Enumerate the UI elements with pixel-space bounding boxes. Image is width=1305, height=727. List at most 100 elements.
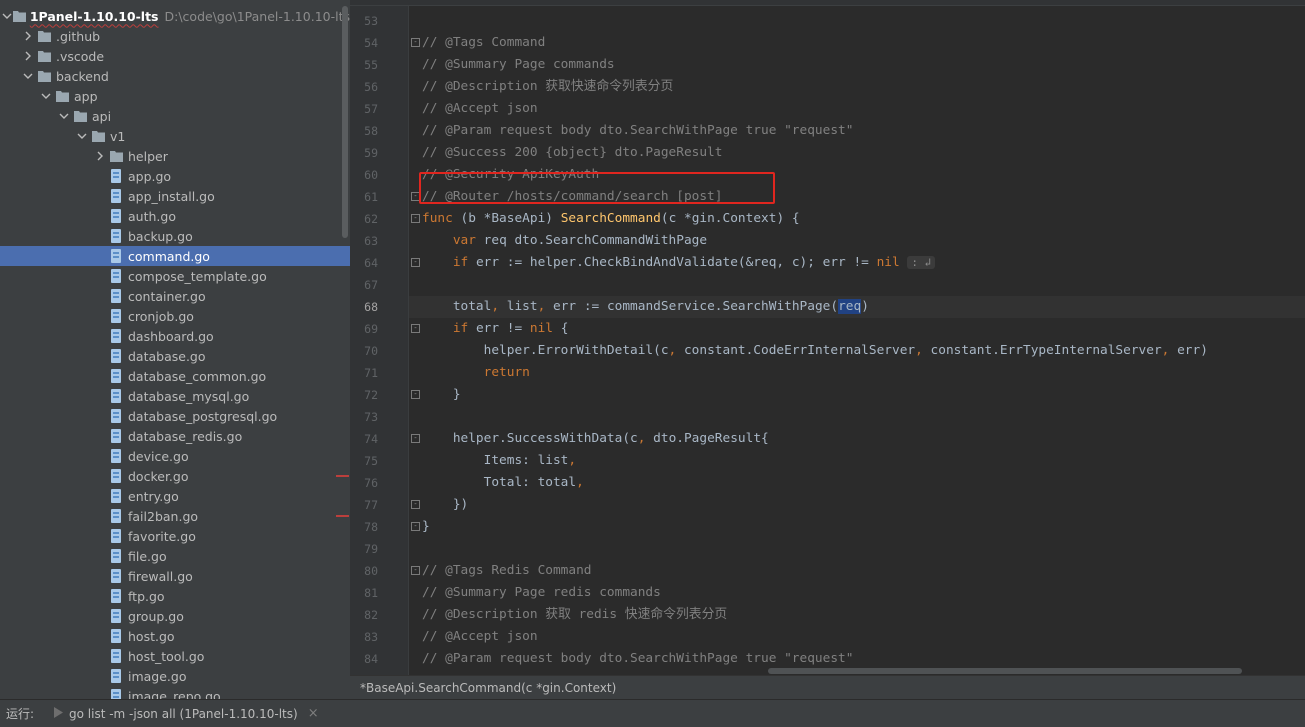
line-number[interactable]: 63 xyxy=(350,230,378,252)
tree-file[interactable]: firewall.go xyxy=(0,566,350,586)
code-editor[interactable]: 53 54 55 56 57 58 59 60 61 62 63 64 67 68 69 70 71 72 73 74… xyxy=(350,0,1305,675)
line-number[interactable]: 76 xyxy=(350,472,378,494)
line-number[interactable]: 60 xyxy=(350,164,378,186)
tree-file[interactable]: image_repo.go xyxy=(0,686,350,699)
tree-file[interactable]: auth.go xyxy=(0,206,350,226)
line-number[interactable]: 81 xyxy=(350,582,378,604)
code-line[interactable]: var req dto.SearchCommandWithPage xyxy=(422,230,707,252)
tree-folder[interactable]: .vscode xyxy=(0,46,350,66)
line-number[interactable]: 75 xyxy=(350,450,378,472)
line-number[interactable]: 73 xyxy=(350,406,378,428)
tree-file[interactable]: device.go xyxy=(0,446,350,466)
chevron-right-icon[interactable] xyxy=(92,146,108,166)
code-line[interactable]: // @Param request body dto.SearchWithPag… xyxy=(422,648,853,670)
tree-file[interactable]: image.go xyxy=(0,666,350,686)
tree-file[interactable]: fail2ban.go xyxy=(0,506,350,526)
horizontal-scrollbar[interactable] xyxy=(768,668,1242,674)
code-line[interactable]: // @Tags Command xyxy=(422,32,545,54)
line-number[interactable]: 80 xyxy=(350,560,378,582)
code-line[interactable]: // @Param request body dto.SearchWithPag… xyxy=(422,120,853,142)
breadcrumb-function[interactable]: *BaseApi.SearchCommand(c *gin.Context) xyxy=(360,681,616,695)
tree-file[interactable]: database_redis.go xyxy=(0,426,350,446)
tree-file[interactable]: command.go xyxy=(0,246,350,266)
code-line[interactable]: // @Summary Page commands xyxy=(422,54,615,76)
line-number[interactable]: 59 xyxy=(350,142,378,164)
tree-file[interactable]: database_mysql.go xyxy=(0,386,350,406)
code-line[interactable]: func (b *BaseApi) SearchCommand(c *gin.C… xyxy=(422,208,800,230)
line-number[interactable]: 56 xyxy=(350,76,378,98)
line-number[interactable]: 54 xyxy=(350,32,378,54)
code-line[interactable]: // @Summary Page redis commands xyxy=(422,582,661,604)
close-icon[interactable]: × xyxy=(308,706,319,721)
line-number[interactable]: 58 xyxy=(350,120,378,142)
tree-file[interactable]: app.go xyxy=(0,166,350,186)
code-line[interactable]: total, list, err := commandService.Searc… xyxy=(422,296,869,318)
tree-folder[interactable]: .github xyxy=(0,26,350,46)
breadcrumb[interactable]: *BaseApi.SearchCommand(c *gin.Context) xyxy=(350,675,1305,699)
line-number[interactable]: 74 xyxy=(350,428,378,450)
line-number[interactable]: 79 xyxy=(350,538,378,560)
chevron-down-icon[interactable] xyxy=(38,86,54,106)
line-number[interactable]: 70 xyxy=(350,340,378,362)
line-number[interactable]: 72 xyxy=(350,384,378,406)
fold-toggle-icon[interactable]: - xyxy=(411,500,420,509)
tree-file[interactable]: favorite.go xyxy=(0,526,350,546)
line-number[interactable]: 53 xyxy=(350,10,378,32)
line-number[interactable]: 67 xyxy=(350,274,378,296)
fold-toggle-icon[interactable]: - xyxy=(411,258,420,267)
tree-root[interactable]: 1Panel-1.10.10-lts D:\code\go\1Panel-1.1… xyxy=(0,6,350,26)
line-number[interactable]: 71 xyxy=(350,362,378,384)
code-line[interactable]: if err := helper.CheckBindAndValidate(&r… xyxy=(422,252,936,274)
line-number[interactable]: 61 xyxy=(350,186,378,208)
tree-folder[interactable]: api xyxy=(0,106,350,126)
line-number[interactable]: 83 xyxy=(350,626,378,648)
tree-folder[interactable]: v1 xyxy=(0,126,350,146)
code-line[interactable]: // @Description 获取快速命令列表分页 xyxy=(422,76,673,98)
fold-toggle-icon[interactable]: - xyxy=(411,214,420,223)
code-line[interactable]: // @Success 200 {object} dto.PageResult xyxy=(422,142,722,164)
tree-file[interactable]: entry.go xyxy=(0,486,350,506)
chevron-down-icon[interactable] xyxy=(56,106,72,126)
tree-file[interactable]: host.go xyxy=(0,626,350,646)
tree-file[interactable]: database.go xyxy=(0,346,350,366)
chevron-down-icon[interactable] xyxy=(74,126,90,146)
line-number[interactable]: 77 xyxy=(350,494,378,516)
tree-file[interactable]: docker.go xyxy=(0,466,350,486)
code-line[interactable]: // @Accept json xyxy=(422,626,538,648)
tree-file[interactable]: backup.go xyxy=(0,226,350,246)
tree-file[interactable]: ftp.go xyxy=(0,586,350,606)
tree-file[interactable]: host_tool.go xyxy=(0,646,350,666)
tree-file[interactable]: app_install.go xyxy=(0,186,350,206)
tree-folder[interactable]: helper xyxy=(0,146,350,166)
code-line[interactable]: // @Description 获取 redis 快速命令列表分页 xyxy=(422,604,727,626)
line-number[interactable]: 78 xyxy=(350,516,378,538)
code-line[interactable]: }) xyxy=(422,494,468,516)
code-line[interactable]: Total: total, xyxy=(422,472,584,494)
code-line[interactable]: Items: list, xyxy=(422,450,576,472)
code-line[interactable]: helper.ErrorWithDetail(c, constant.CodeE… xyxy=(422,340,1208,362)
line-number[interactable]: 62 xyxy=(350,208,378,230)
tree-folder[interactable]: app xyxy=(0,86,350,106)
line-gutter[interactable]: 53 54 55 56 57 58 59 60 61 62 63 64 67 68 69 70 71 72 73 74… xyxy=(350,6,408,675)
line-number[interactable]: 55 xyxy=(350,54,378,76)
tree-file[interactable]: file.go xyxy=(0,546,350,566)
tree-file[interactable]: compose_template.go xyxy=(0,266,350,286)
tree-file[interactable]: container.go xyxy=(0,286,350,306)
code-line[interactable]: helper.SuccessWithData(c, dto.PageResult… xyxy=(422,428,769,450)
fold-toggle-icon[interactable]: - xyxy=(411,38,420,47)
tree-scrollbar[interactable] xyxy=(342,6,348,238)
fold-toggle-icon[interactable]: - xyxy=(411,566,420,575)
chevron-right-icon[interactable] xyxy=(20,26,36,46)
code-line[interactable]: } xyxy=(422,384,461,406)
fold-toggle-icon[interactable]: - xyxy=(411,434,420,443)
chevron-down-icon[interactable] xyxy=(2,6,13,26)
code-line[interactable]: return xyxy=(422,362,530,384)
line-number[interactable]: 57 xyxy=(350,98,378,120)
tree-file[interactable]: database_common.go xyxy=(0,366,350,386)
tree-file[interactable]: cronjob.go xyxy=(0,306,350,326)
code-line[interactable]: // @Tags Redis Command xyxy=(422,560,592,582)
line-number[interactable]: 82 xyxy=(350,604,378,626)
tree-file[interactable]: group.go xyxy=(0,606,350,626)
tree-file[interactable]: dashboard.go xyxy=(0,326,350,346)
fold-toggle-icon[interactable]: - xyxy=(411,522,420,531)
